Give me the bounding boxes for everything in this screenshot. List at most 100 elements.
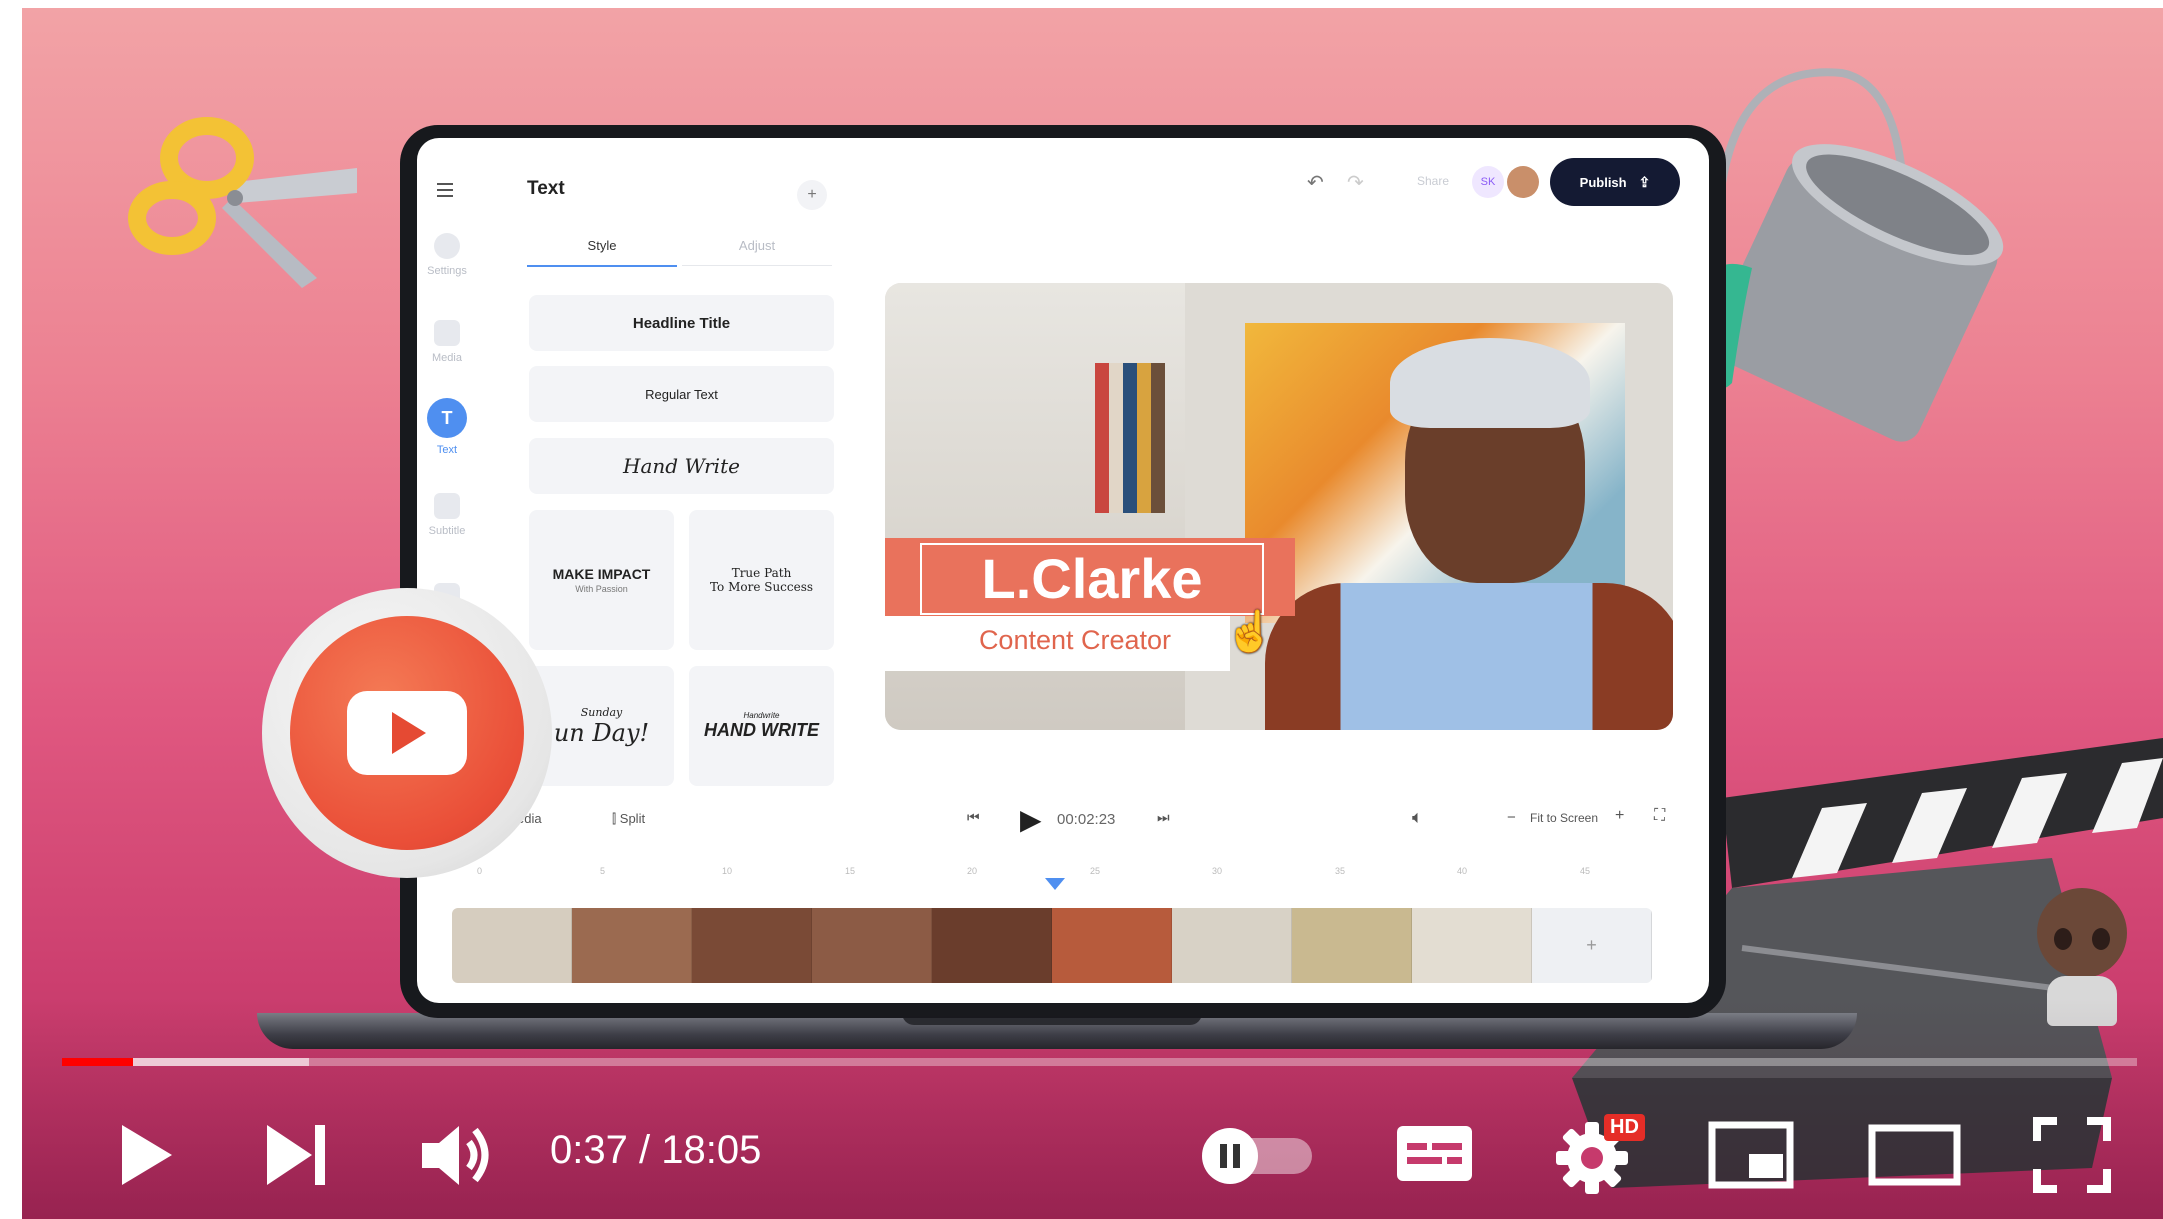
speaker-icon[interactable]: 🔈︎ bbox=[1412, 807, 1423, 828]
ruler-tick: 25 bbox=[1090, 866, 1101, 876]
subtitles-button[interactable] bbox=[1392, 1121, 1477, 1186]
rail-label: Media bbox=[432, 352, 462, 364]
lower-third-role[interactable]: Content Creator bbox=[885, 625, 1265, 656]
rail-item-media[interactable]: Media bbox=[417, 320, 477, 364]
text-icon: T bbox=[427, 398, 467, 438]
hand-big: HAND WRITE bbox=[704, 720, 819, 740]
expand-icon[interactable]: ⛶ bbox=[1654, 807, 1665, 825]
rail-item-subtitle[interactable]: Subtitle bbox=[417, 493, 477, 537]
youtube-logo-badge bbox=[262, 588, 552, 878]
film-frame bbox=[1292, 908, 1412, 983]
miniplayer-icon bbox=[1708, 1121, 1794, 1189]
film-frame bbox=[1172, 908, 1292, 983]
film-frame bbox=[1052, 908, 1172, 983]
video-preview[interactable]: L.Clarke Content Creator ☝ bbox=[885, 283, 1673, 730]
timeline-time: 00:02:23 bbox=[1057, 811, 1116, 828]
film-frame bbox=[452, 908, 572, 983]
skip-back-icon[interactable]: ⏮ bbox=[967, 809, 980, 826]
time-total: 18:05 bbox=[661, 1128, 762, 1172]
theater-button[interactable] bbox=[1867, 1120, 1962, 1190]
rail-label: Text bbox=[436, 444, 458, 456]
lower-third-name[interactable]: L.Clarke bbox=[920, 543, 1264, 615]
style-card-truepath[interactable]: True Path To More Success bbox=[689, 510, 834, 650]
user-avatar[interactable] bbox=[1507, 166, 1539, 198]
redo-icon[interactable]: ↷ bbox=[1347, 170, 1364, 195]
play-icon bbox=[122, 1125, 172, 1185]
controls-gradient bbox=[22, 998, 2163, 1219]
ruler-tick: 5 bbox=[600, 866, 606, 876]
zoom-out-button[interactable]: − bbox=[1507, 809, 1516, 826]
editor-topbar: ↶ ↷ Share SK Publish ⇪ bbox=[1297, 158, 1697, 208]
split-button[interactable]: ⫿ Split bbox=[612, 811, 645, 827]
share-link[interactable]: Share bbox=[1417, 174, 1449, 188]
timeline-filmstrip[interactable]: + bbox=[452, 908, 1652, 983]
next-button[interactable] bbox=[262, 1120, 332, 1190]
menu-icon[interactable] bbox=[437, 183, 453, 197]
miniplayer-button[interactable] bbox=[1707, 1120, 1797, 1190]
skip-forward-icon[interactable]: ⏭ bbox=[1157, 809, 1170, 826]
hd-badge: HD bbox=[1604, 1114, 1645, 1141]
impact-subtitle: With Passion bbox=[575, 584, 628, 594]
rail-item-settings[interactable]: Settings bbox=[417, 233, 477, 277]
settings-button[interactable]: HD bbox=[1552, 1114, 1645, 1196]
next-icon bbox=[267, 1125, 325, 1185]
timeline-controls: edia ⫿ Split ⏮ ▶ 00:02:23 ⏭ 🔈︎ − Fit to … bbox=[417, 803, 1709, 843]
zoom-in-button[interactable]: + bbox=[1615, 807, 1624, 825]
fit-to-screen[interactable]: Fit to Screen bbox=[1530, 811, 1598, 825]
sunday-small: Sunday bbox=[580, 705, 623, 719]
autoplay-toggle[interactable] bbox=[1202, 1126, 1312, 1184]
ruler-tick: 20 bbox=[967, 866, 978, 876]
hand-small: Handwrite bbox=[743, 711, 780, 720]
user-avatar-initials[interactable]: SK bbox=[1472, 166, 1504, 198]
publish-label: Publish bbox=[1579, 174, 1627, 190]
fullscreen-button[interactable] bbox=[2032, 1116, 2112, 1194]
style-card-regular[interactable]: Regular Text bbox=[529, 366, 834, 422]
style-card-headline[interactable]: Headline Title bbox=[529, 295, 834, 351]
fullscreen-icon bbox=[2033, 1117, 2111, 1193]
tab-adjust[interactable]: Adjust bbox=[682, 238, 832, 266]
undo-icon[interactable]: ↶ bbox=[1307, 170, 1324, 195]
youtube-play-icon bbox=[392, 712, 426, 754]
preview-books bbox=[1095, 363, 1165, 513]
subtitles-icon bbox=[1397, 1126, 1472, 1181]
headline-label: Headline Title bbox=[632, 314, 731, 332]
theater-icon bbox=[1868, 1124, 1961, 1186]
film-frame bbox=[572, 908, 692, 983]
editor-screen: Settings Media T Text Subtitle Text + St… bbox=[417, 138, 1709, 1003]
split-label: Split bbox=[619, 811, 646, 826]
tab-style[interactable]: Style bbox=[527, 238, 677, 267]
playhead-marker[interactable] bbox=[1045, 878, 1065, 890]
publish-button[interactable]: Publish ⇪ bbox=[1550, 158, 1680, 206]
ruler-tick: 0 bbox=[477, 866, 483, 876]
impact-title: MAKE IMPACT bbox=[552, 566, 651, 582]
paint-bucket-illustration bbox=[1700, 68, 2004, 442]
ruler-tick: 45 bbox=[1580, 866, 1591, 876]
volume-button[interactable] bbox=[417, 1118, 497, 1193]
rail-item-text[interactable]: T Text bbox=[417, 398, 477, 456]
path-line2: To More Success bbox=[709, 580, 814, 594]
style-card-impact[interactable]: MAKE IMPACT With Passion bbox=[529, 510, 674, 650]
style-card-handwrite[interactable]: Hand Write bbox=[529, 438, 834, 494]
upload-icon: ⇪ bbox=[1638, 173, 1651, 190]
hand-cursor-icon: ☝ bbox=[1225, 610, 1275, 654]
time-current: 0:37 bbox=[550, 1128, 628, 1172]
timeline-play-icon[interactable]: ▶ bbox=[1020, 803, 1042, 836]
ruler-tick: 15 bbox=[845, 866, 856, 876]
play-button[interactable] bbox=[110, 1120, 180, 1190]
volume-icon bbox=[422, 1126, 489, 1185]
add-button[interactable]: + bbox=[797, 180, 827, 210]
ruler-tick: 30 bbox=[1212, 866, 1223, 876]
rail-label: Subtitle bbox=[428, 525, 466, 537]
video-player[interactable]: Settings Media T Text Subtitle Text + St… bbox=[22, 8, 2163, 1219]
rail-label: Settings bbox=[427, 265, 467, 277]
film-frame bbox=[692, 908, 812, 983]
split-icon: ⫿ bbox=[612, 811, 620, 826]
scissors-illustration bbox=[128, 117, 357, 288]
sunday-big: un Day! bbox=[553, 718, 650, 747]
path-line1: True Path bbox=[731, 566, 792, 580]
film-frame bbox=[812, 908, 932, 983]
film-add-slot[interactable]: + bbox=[1532, 908, 1652, 983]
progress-bar[interactable] bbox=[62, 1058, 2137, 1066]
style-card-handwrite-bold[interactable]: Handwrite HAND WRITE bbox=[689, 666, 834, 786]
time-separator: / bbox=[638, 1128, 651, 1172]
